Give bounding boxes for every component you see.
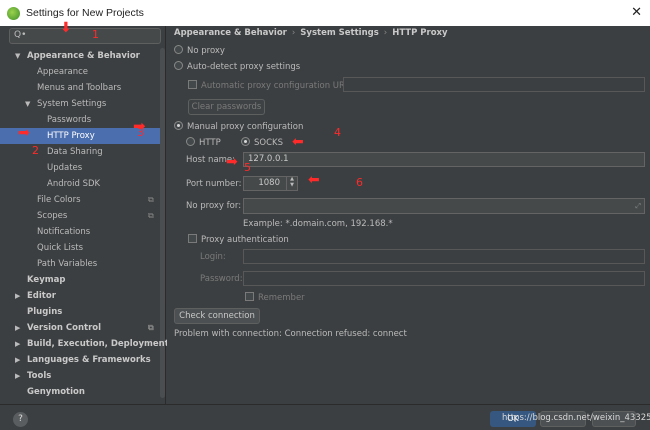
radio-icon[interactable]: [174, 121, 183, 130]
copy-icon: ⧉: [148, 323, 154, 332]
http-proxy-panel: Appearance & Behavior › System Settings › HT…: [167, 26, 650, 404]
sidebar-item-scopes[interactable]: Scopes ⧉: [0, 208, 160, 224]
radio-icon[interactable]: [241, 137, 250, 146]
sidebar-item-languages-frameworks[interactable]: ▶ Languages & Frameworks: [0, 352, 160, 368]
chevron-right-icon[interactable]: ▶: [15, 368, 20, 384]
chevron-right-icon[interactable]: ▶: [15, 288, 20, 304]
port-stepper[interactable]: ▲ ▼: [286, 176, 297, 191]
radio-icon[interactable]: [174, 61, 183, 70]
search-input[interactable]: Q•: [9, 28, 161, 44]
window-titlebar: Settings for New Projects ✕: [0, 0, 650, 26]
sidebar-item-version-control[interactable]: ▶ Version Control ⧉: [0, 320, 160, 336]
check-connection-button[interactable]: Check connection: [174, 308, 260, 324]
window-title: Settings for New Projects: [26, 7, 144, 19]
sidebar-item-tools[interactable]: ▶ Tools: [0, 368, 160, 384]
proxy-auth-checkbox[interactable]: Proxy authentication: [188, 234, 289, 245]
breadcrumb-item: System Settings: [300, 28, 379, 38]
sidebar-item-editor[interactable]: ▶ Editor: [0, 288, 160, 304]
dialog-footer: ? OK https://blog.csdn.net/weixin_433258…: [0, 404, 650, 430]
annotation-number: 4: [334, 126, 341, 139]
expand-icon[interactable]: ⤢: [635, 200, 641, 213]
sidebar-item-notifications[interactable]: Notifications: [0, 224, 160, 240]
app-icon: [7, 6, 20, 20]
annotation-arrow-left-icon: ⬅: [292, 134, 304, 150]
no-proxy-for-label: No proxy for:: [186, 201, 242, 211]
breadcrumb-item: HTTP Proxy: [392, 28, 448, 38]
annotation-arrow-right-icon: ➡: [18, 125, 30, 141]
sidebar-item-appearance[interactable]: Appearance: [0, 64, 160, 80]
settings-sidebar: Q• ▼ Appearance & Behavior Appearance Me…: [0, 26, 169, 404]
sidebar-item-system-settings[interactable]: ▼ System Settings: [0, 96, 160, 112]
annotation-arrow-down-icon: ⬇: [60, 20, 72, 36]
no-proxy-example: Example: *.domain.com, 192.168.*: [243, 219, 393, 229]
sidebar-item-updates[interactable]: Updates: [0, 160, 160, 176]
sidebar-item-appearance-behavior[interactable]: ▼ Appearance & Behavior: [0, 48, 160, 64]
sidebar-item-genymotion[interactable]: Genymotion: [0, 384, 160, 400]
breadcrumb: Appearance & Behavior › System Settings › HT…: [174, 28, 448, 38]
auto-config-url-input[interactable]: [343, 77, 645, 92]
password-input[interactable]: [243, 271, 645, 286]
sidebar-item-data-sharing[interactable]: Data Sharing: [0, 144, 160, 160]
auto-config-url-checkbox[interactable]: Automatic proxy configuration URL:: [188, 80, 353, 91]
login-input[interactable]: [243, 249, 645, 264]
annotation-number: 3: [137, 126, 144, 139]
chevron-down-icon[interactable]: ▼: [290, 182, 294, 188]
remember-checkbox[interactable]: Remember: [245, 292, 305, 303]
annotation-number: 5: [244, 161, 251, 174]
breadcrumb-separator-icon: ›: [383, 28, 388, 38]
radio-icon[interactable]: [174, 45, 183, 54]
port-number-label: Port number:: [186, 179, 242, 189]
sidebar-item-path-variables[interactable]: Path Variables: [0, 256, 160, 272]
annotation-arrow-left-icon: ⬅: [308, 172, 320, 188]
no-proxy-radio[interactable]: No proxy: [174, 45, 225, 56]
checkbox-icon[interactable]: [245, 292, 254, 301]
socks-radio[interactable]: SOCKS: [241, 137, 283, 148]
watermark-text: https://blog.csdn.net/weixin_43325818: [502, 413, 650, 423]
sidebar-item-file-colors[interactable]: File Colors ⧉: [0, 192, 160, 208]
chevron-down-icon[interactable]: ▼: [25, 96, 30, 112]
sidebar-item-build-execution-deployment[interactable]: ▶ Build, Execution, Deployment: [0, 336, 169, 352]
connection-status: Problem with connection: Connection refu…: [174, 329, 407, 339]
copy-icon: ⧉: [148, 195, 154, 204]
annotation-number: 2: [32, 144, 39, 157]
copy-icon: ⧉: [148, 211, 154, 220]
breadcrumb-separator-icon: ›: [291, 28, 296, 38]
auto-detect-radio[interactable]: Auto-detect proxy settings: [174, 61, 300, 72]
sidebar-item-quick-lists[interactable]: Quick Lists: [0, 240, 160, 256]
chevron-down-icon[interactable]: ▼: [15, 48, 20, 64]
sidebar-item-keymap[interactable]: Keymap: [0, 272, 160, 288]
checkbox-icon[interactable]: [188, 234, 197, 243]
no-proxy-for-input[interactable]: ⤢: [243, 198, 645, 214]
sidebar-item-plugins[interactable]: Plugins: [0, 304, 160, 320]
manual-proxy-radio[interactable]: Manual proxy configuration: [174, 121, 303, 132]
clear-passwords-button[interactable]: Clear passwords: [188, 99, 265, 115]
chevron-right-icon[interactable]: ▶: [15, 352, 20, 368]
help-icon[interactable]: ?: [13, 412, 28, 427]
search-icon: Q•: [14, 30, 27, 40]
annotation-number: 6: [356, 176, 363, 189]
checkbox-icon[interactable]: [188, 80, 197, 89]
chevron-right-icon[interactable]: ▶: [15, 320, 20, 336]
radio-icon[interactable]: [186, 137, 195, 146]
host-name-input[interactable]: 127.0.0.1: [243, 152, 645, 167]
password-label: Password:: [200, 274, 243, 284]
sidebar-item-menus-toolbars[interactable]: Menus and Toolbars: [0, 80, 160, 96]
sidebar-item-android-sdk[interactable]: Android SDK: [0, 176, 160, 192]
chevron-right-icon[interactable]: ▶: [15, 336, 20, 352]
breadcrumb-item: Appearance & Behavior: [174, 28, 287, 38]
annotation-number: 1: [92, 28, 99, 41]
http-radio[interactable]: HTTP: [186, 137, 221, 148]
close-icon[interactable]: ✕: [631, 5, 642, 20]
login-label: Login:: [200, 252, 226, 262]
annotation-arrow-right-icon: ➡: [226, 154, 238, 170]
